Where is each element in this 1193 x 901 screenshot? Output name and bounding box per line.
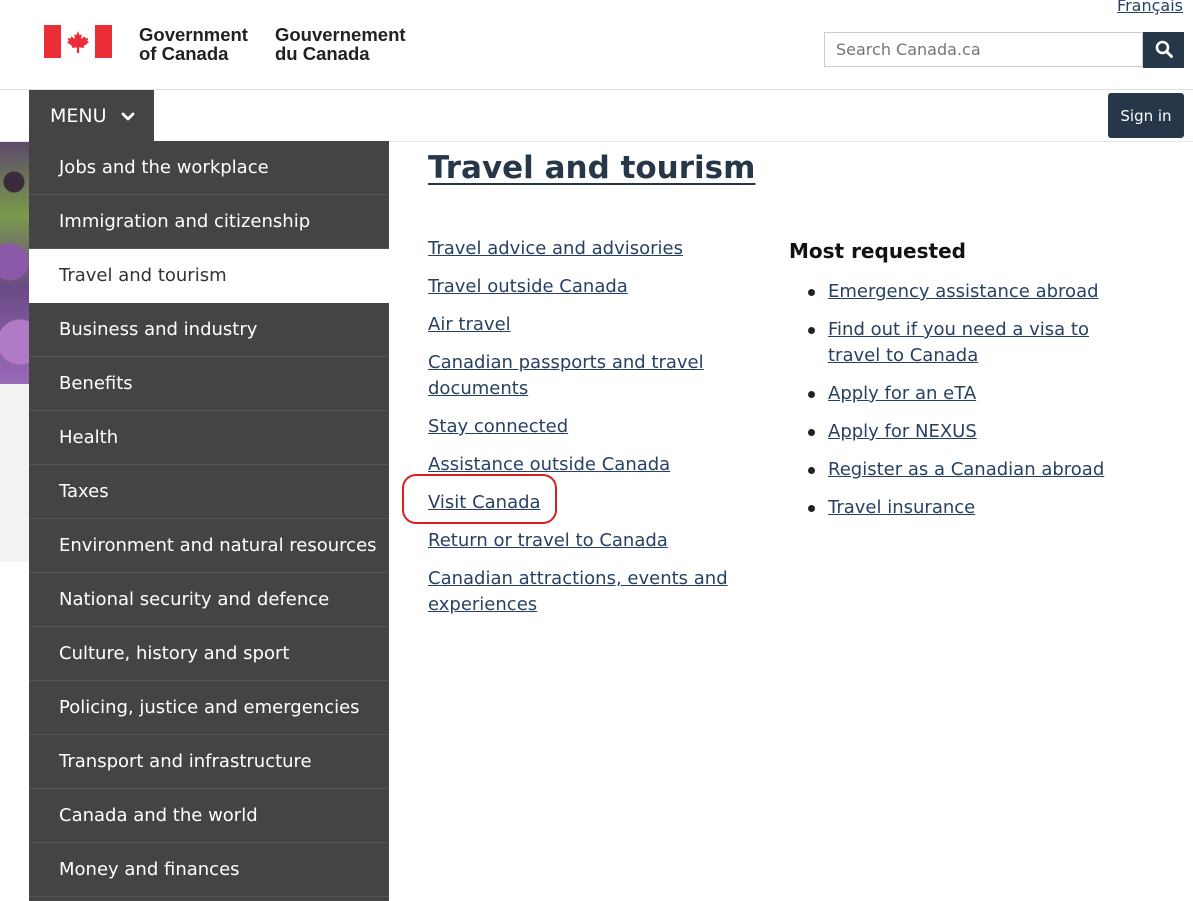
search-button[interactable] bbox=[1143, 32, 1184, 68]
language-toggle-link[interactable]: Français bbox=[1117, 0, 1183, 15]
link-register-abroad[interactable]: Register as a Canadian abroad bbox=[828, 459, 1104, 480]
menu-item-policing[interactable]: Policing, justice and emergencies bbox=[29, 681, 389, 735]
link-air-travel[interactable]: Air travel bbox=[428, 314, 511, 335]
list-item: Return or travel to Canada bbox=[428, 528, 748, 554]
link-travel-insurance[interactable]: Travel insurance bbox=[828, 497, 975, 518]
list-item: Find out if you need a visa to travel to… bbox=[808, 317, 1119, 369]
list-item: Travel insurance bbox=[808, 495, 1119, 521]
search-icon bbox=[1155, 40, 1173, 61]
list-item: Emergency assistance abroad bbox=[808, 279, 1119, 305]
menu-item-travel[interactable]: Travel and tourism bbox=[29, 249, 389, 303]
most-requested-heading: Most requested bbox=[789, 239, 966, 263]
list-item: Travel advice and advisories bbox=[428, 236, 748, 262]
travel-links-list: Travel advice and advisories Travel outs… bbox=[428, 236, 748, 630]
menu-item-culture[interactable]: Culture, history and sport bbox=[29, 627, 389, 681]
government-of-canada-logo[interactable]: Government of Canada Gouvernement du Can… bbox=[44, 25, 406, 63]
menu-item-transport[interactable]: Transport and infrastructure bbox=[29, 735, 389, 789]
page-title[interactable]: Travel and tourism bbox=[428, 150, 755, 186]
menu-button[interactable]: MENU bbox=[29, 90, 154, 141]
menu-item-money[interactable]: Money and finances bbox=[29, 843, 389, 897]
menu-label: MENU bbox=[50, 104, 107, 127]
hero-image bbox=[0, 142, 29, 384]
link-travel-outside-canada[interactable]: Travel outside Canada bbox=[428, 276, 628, 297]
wordmark-english: Government of Canada bbox=[139, 24, 248, 64]
menu-item-health[interactable]: Health bbox=[29, 411, 389, 465]
list-item: Canadian passports and travel documents bbox=[428, 350, 748, 402]
list-item: Air travel bbox=[428, 312, 748, 338]
sign-in-button[interactable]: Sign in bbox=[1108, 93, 1184, 138]
search-input[interactable] bbox=[824, 32, 1143, 67]
list-item: Canadian attractions, events and experie… bbox=[428, 566, 748, 618]
link-apply-nexus[interactable]: Apply for NEXUS bbox=[828, 421, 977, 442]
highlight-annotation-circle bbox=[402, 474, 557, 524]
list-item: Stay connected bbox=[428, 414, 748, 440]
menu-item-immigration[interactable]: Immigration and citizenship bbox=[29, 195, 389, 249]
link-passports[interactable]: Canadian passports and travel documents bbox=[428, 352, 704, 399]
most-requested-list: Emergency assistance abroad Find out if … bbox=[789, 279, 1119, 533]
link-emergency-assistance[interactable]: Emergency assistance abroad bbox=[828, 281, 1099, 302]
hero-panel-background bbox=[0, 384, 29, 562]
menu-item-benefits[interactable]: Benefits bbox=[29, 357, 389, 411]
list-item: Apply for NEXUS bbox=[808, 419, 1119, 445]
list-item: Register as a Canadian abroad bbox=[808, 457, 1119, 483]
link-assistance-outside-canada[interactable]: Assistance outside Canada bbox=[428, 454, 670, 475]
list-item: Travel outside Canada bbox=[428, 274, 748, 300]
menu-item-environment[interactable]: Environment and natural resources bbox=[29, 519, 389, 573]
canada-flag-icon bbox=[44, 25, 112, 58]
link-travel-advice[interactable]: Travel advice and advisories bbox=[428, 238, 683, 259]
link-attractions[interactable]: Canadian attractions, events and experie… bbox=[428, 568, 728, 615]
wordmark-french: Gouvernement du Canada bbox=[274, 24, 406, 64]
link-return-to-canada[interactable]: Return or travel to Canada bbox=[428, 530, 668, 551]
main-menu-list: Jobs and the workplace Immigration and c… bbox=[29, 141, 389, 901]
link-apply-eta[interactable]: Apply for an eTA bbox=[828, 383, 976, 404]
menu-item-business[interactable]: Business and industry bbox=[29, 303, 389, 357]
chevron-down-icon bbox=[121, 105, 135, 127]
menu-item-jobs[interactable]: Jobs and the workplace bbox=[29, 141, 389, 195]
menu-item-security[interactable]: National security and defence bbox=[29, 573, 389, 627]
link-visa-check[interactable]: Find out if you need a visa to travel to… bbox=[828, 319, 1089, 366]
menu-item-taxes[interactable]: Taxes bbox=[29, 465, 389, 519]
header-divider bbox=[0, 89, 1193, 90]
link-stay-connected[interactable]: Stay connected bbox=[428, 416, 568, 437]
list-item: Apply for an eTA bbox=[808, 381, 1119, 407]
menu-item-world[interactable]: Canada and the world bbox=[29, 789, 389, 843]
